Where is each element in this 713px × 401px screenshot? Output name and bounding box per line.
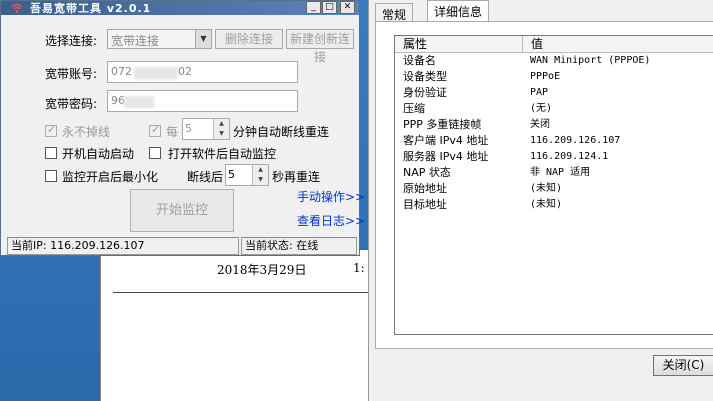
property-name: 原始地址: [403, 182, 447, 195]
connection-select-value: 宽带连接: [111, 34, 160, 48]
property-value: (未知): [530, 183, 563, 194]
password-label: 宽带密码:: [45, 97, 98, 111]
property-name: 设备名: [403, 54, 436, 67]
property-value: 116.209.124.1: [530, 151, 609, 162]
table-row[interactable]: 原始地址 (未知): [395, 181, 713, 197]
tab-general[interactable]: 常规: [375, 3, 414, 22]
maximize-button[interactable]: □: [322, 1, 337, 14]
chevron-up-icon[interactable]: ▲: [214, 119, 229, 129]
wifi-icon: [11, 3, 23, 13]
auto-start-label: 开机自动启动: [62, 147, 135, 161]
close-button[interactable]: 关闭(C): [653, 355, 713, 376]
auto-monitor-checkbox[interactable]: [149, 147, 161, 159]
retry-suffix-label: 秒再重连: [272, 170, 321, 184]
auto-start-checkbox[interactable]: [45, 147, 57, 159]
close-icon: ✕: [343, 2, 352, 12]
table-row[interactable]: NAP 状态 非 NAP 适用: [395, 165, 713, 181]
table-row[interactable]: 目标地址 (未知): [395, 197, 713, 213]
retry-seconds-value: 5: [228, 168, 235, 181]
chevron-down-icon[interactable]: ▼: [253, 175, 268, 185]
minimize-label: 监控开启后最小化: [62, 170, 159, 184]
details-list[interactable]: 属性 值 设备名 WAN Miniport (PPPOE) 设备类型 PPPoE 身份验…: [394, 35, 713, 335]
reconnect-every-checkbox[interactable]: ✓: [149, 123, 161, 137]
select-connection-label: 选择连接:: [45, 34, 98, 48]
property-value: 116.209.126.107: [530, 135, 621, 146]
password-value: 96: [111, 94, 125, 107]
property-value: 关闭: [530, 119, 550, 130]
account-value: 072: [111, 65, 132, 78]
property-value: (未知): [530, 199, 563, 210]
minimize-button[interactable]: _: [306, 1, 321, 14]
view-log-link[interactable]: 查看日志>>: [297, 212, 365, 229]
stepper-arrows[interactable]: ▲ ▼: [213, 119, 229, 139]
property-name: 设备类型: [403, 70, 447, 83]
table-row[interactable]: PPP 多重链接帧 关闭: [395, 117, 713, 133]
redaction-blur: [124, 96, 154, 108]
connection-select[interactable]: 宽带连接 ▼: [107, 29, 212, 49]
status-ip: 当前IP: 116.209.126.107: [7, 237, 239, 255]
title-bar[interactable]: 吾易宽带工具 v2.0.1 _ □ ✕: [1, 1, 359, 15]
app-title: 吾易宽带工具 v2.0.1: [30, 2, 152, 15]
tab-details[interactable]: 详细信息: [427, 0, 490, 22]
property-value: (无): [530, 103, 553, 114]
property-name: NAP 状态: [403, 166, 451, 179]
close-window-button[interactable]: ✕: [340, 1, 355, 14]
retry-seconds-stepper[interactable]: 5 ▲ ▼: [225, 164, 269, 186]
reconnect-minutes-stepper[interactable]: 5 ▲ ▼: [182, 118, 230, 140]
details-panel: 属性 值 设备名 WAN Miniport (PPPOE) 设备类型 PPPoE 身份验…: [375, 21, 713, 349]
chevron-down-icon[interactable]: ▼: [195, 30, 211, 48]
property-value: WAN Miniport (PPPOE): [530, 55, 651, 66]
chevron-down-icon[interactable]: ▼: [214, 129, 229, 139]
table-row[interactable]: 压缩 (无): [395, 101, 713, 117]
property-name: 客户端 IPv4 地址: [403, 134, 489, 147]
maximize-icon: □: [325, 2, 334, 12]
column-header-property[interactable]: 属性: [395, 36, 523, 52]
document-window: 2018年3月29日 1:: [100, 250, 376, 401]
delete-connection-button[interactable]: 删除连接: [215, 29, 283, 49]
check-icon: ✓: [151, 123, 161, 136]
account-value-tail: 02: [178, 65, 192, 78]
chevron-up-icon[interactable]: ▲: [253, 165, 268, 175]
column-header-value[interactable]: 值: [523, 36, 543, 52]
connection-details-dialog: 常规 详细信息 属性 值 设备名 WAN Miniport (PPPOE) 设备类型…: [368, 0, 713, 401]
details-header: 属性 值: [395, 36, 713, 53]
account-label: 宽带账号:: [45, 67, 98, 81]
table-row[interactable]: 服务器 IPv4 地址 116.209.124.1: [395, 149, 713, 165]
property-value: PPPoE: [530, 71, 561, 82]
retry-prefix-label: 断线后: [187, 170, 224, 184]
broadband-tool-window: 吾易宽带工具 v2.0.1 _ □ ✕ 选择连接: 宽带连接 ▼ 删除连接 新建…: [0, 0, 365, 256]
property-value: 非 NAP 适用: [530, 167, 591, 178]
manual-operation-link[interactable]: 手动操作>>: [297, 188, 365, 205]
auto-monitor-label: 打开软件后自动监控: [168, 147, 277, 161]
property-name: 服务器 IPv4 地址: [403, 150, 489, 163]
every-suffix-label: 分钟自动断线重连: [233, 125, 330, 139]
property-name: 目标地址: [403, 198, 447, 211]
table-row[interactable]: 客户端 IPv4 地址 116.209.126.107: [395, 133, 713, 149]
property-name: 身份验证: [403, 86, 447, 99]
every-label: 每: [166, 125, 179, 139]
never-drop-label: 永不掉线: [62, 125, 111, 139]
new-connection-button[interactable]: 新建创新连接: [286, 29, 354, 64]
property-name: 压缩: [403, 102, 425, 115]
redaction-blur: [134, 67, 178, 79]
never-drop-checkbox[interactable]: ✓: [45, 123, 57, 137]
document-rule: [113, 292, 376, 293]
status-state: 当前状态: 在线: [241, 237, 357, 255]
reconnect-minutes-value: 5: [185, 122, 192, 135]
property-name: PPP 多重链接帧: [403, 118, 482, 131]
table-row[interactable]: 身份验证 PAP: [395, 85, 713, 101]
tab-strip: 常规 详细信息: [369, 0, 713, 22]
check-icon: ✓: [47, 123, 57, 136]
minimize-icon: _: [311, 2, 316, 12]
stepper-arrows[interactable]: ▲ ▼: [252, 165, 268, 185]
minimize-checkbox[interactable]: [45, 170, 57, 182]
table-row[interactable]: 设备名 WAN Miniport (PPPOE): [395, 53, 713, 69]
start-monitor-button[interactable]: 开始监控: [130, 189, 234, 232]
table-row[interactable]: 设备类型 PPPoE: [395, 69, 713, 85]
property-value: PAP: [530, 87, 549, 98]
account-field[interactable]: 072 02: [107, 61, 298, 83]
password-field[interactable]: 96: [107, 90, 298, 112]
document-date: 2018年3月29日: [217, 263, 307, 277]
document-time: 1:: [353, 261, 365, 275]
